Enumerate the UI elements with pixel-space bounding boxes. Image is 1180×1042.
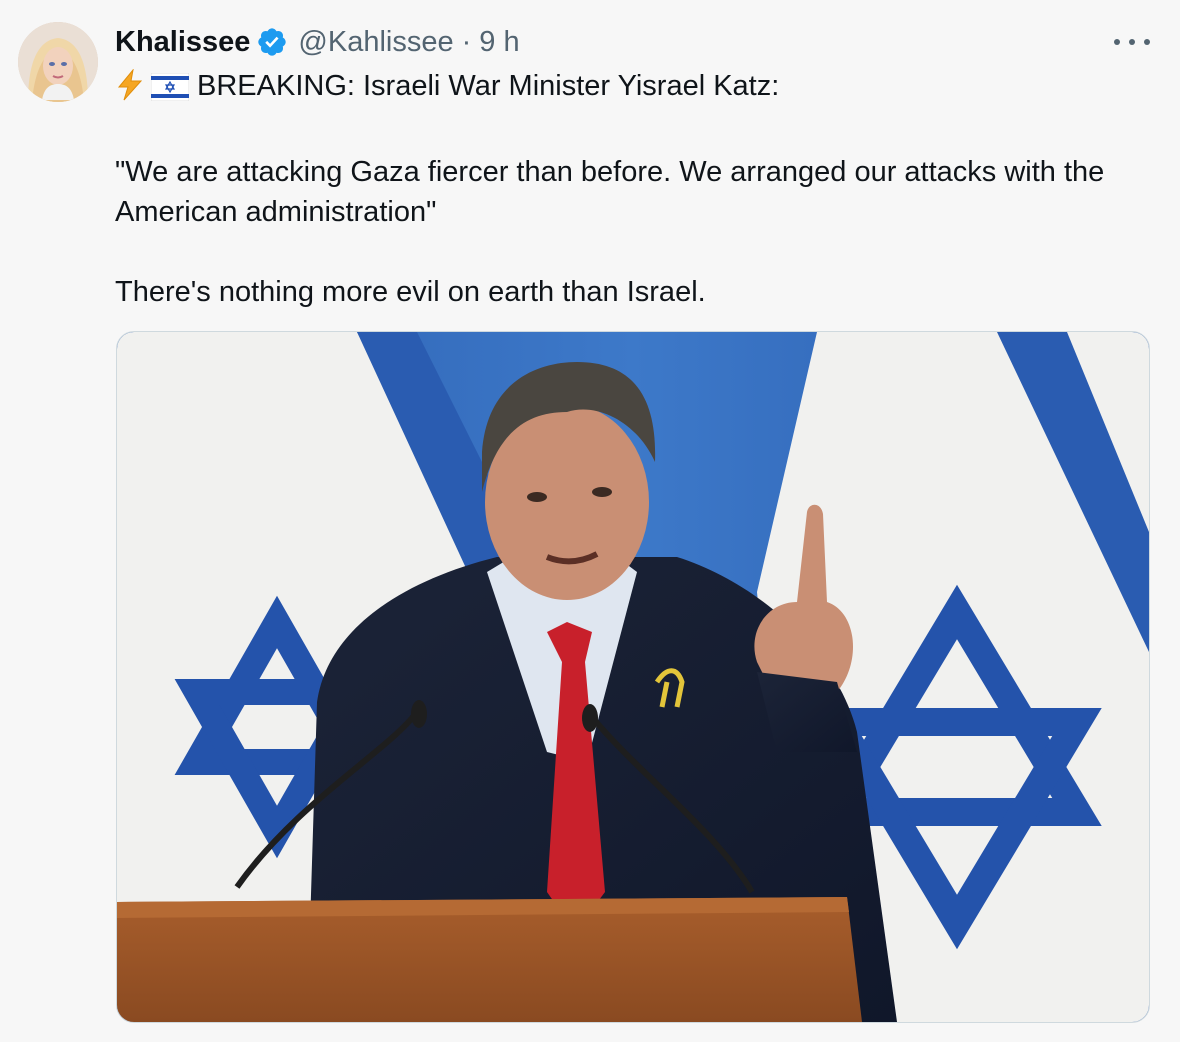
tweet-photo[interactable] [116,331,1150,1023]
timestamp[interactable]: 9 h [479,26,519,59]
breaking-text: BREAKING: Israeli War Minister Yisrael K… [197,70,780,102]
tweet-header: Khalissee @Kahlissee · 9 h [115,24,520,60]
tweet-line-breaking: BREAKING: Israeli War Minister Yisrael K… [115,66,1145,112]
lightning-emoji-icon [115,68,145,112]
verified-badge-icon [256,26,288,58]
user-handle[interactable]: @Kahlissee [298,26,453,59]
tweet-comment: There's nothing more evil on earth than … [115,276,706,308]
separator-dot: · [461,25,472,58]
avatar-image [18,22,98,102]
more-options-icon[interactable] [1114,30,1150,54]
tweet-text: BREAKING: Israeli War Minister Yisrael K… [115,66,1145,312]
tweet[interactable]: Khalissee @Kahlissee · 9 h BREAKING: Isr… [0,0,1180,1042]
speaker-photo-image [117,332,1149,1022]
tweet-quote: "We are attacking Gaza fiercer than befo… [115,156,1105,228]
display-name[interactable]: Khalissee [115,26,250,59]
avatar[interactable] [18,22,98,102]
israel-flag-icon [150,72,190,112]
